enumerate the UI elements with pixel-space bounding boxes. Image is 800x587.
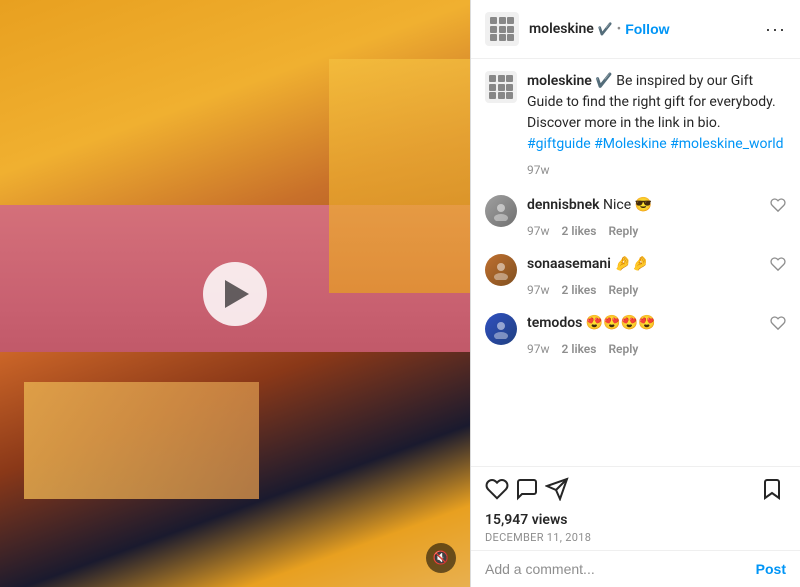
post-author-username[interactable]: moleskine [527,73,592,89]
comment-text: Nice 😎 [603,197,652,213]
comment-meta: 97w 2 likes Reply [527,222,762,240]
header-avatar[interactable] [485,12,519,46]
video-layer-4 [329,59,470,294]
comment-avatar-dennis[interactable] [485,195,517,227]
comment-time: 97w [527,340,550,358]
heart-icon [770,256,786,272]
comment-text: 🤌🤌 [614,256,649,272]
comment-icon [515,477,539,501]
post-date: December 11, 2018 [485,531,786,544]
bookmark-icon [760,477,784,501]
views-count: 15,947 views [485,512,786,528]
like-icon [485,477,509,501]
comment-body-sona: sonaasemani 🤌🤌 97w 2 likes Reply [527,254,762,299]
commenter-username[interactable]: temodos [527,315,582,331]
comment-body-temodos: temodos 😍😍😍😍 97w 2 likes Reply [527,313,762,358]
comment-likes[interactable]: 2 likes [562,340,597,358]
more-button[interactable]: ··· [755,19,786,40]
post-header: moleskine ✔️ • Follow ··· [471,0,800,59]
commenter-username[interactable]: sonaasemani [527,256,611,272]
share-icon [545,477,569,501]
comment-likes[interactable]: 2 likes [562,281,597,299]
share-button[interactable] [545,475,575,506]
comment-like-button[interactable] [770,315,786,334]
comment-meta: 97w 2 likes Reply [527,281,762,299]
verified-icon: ✔️ [598,22,613,36]
comment-avatar-temodos[interactable] [485,313,517,345]
main-caption-meta: 97w [527,161,786,179]
moleskine-grid-icon [490,17,514,41]
dot-separator: • [617,22,621,37]
post-author-grid-icon [489,75,513,99]
comment-body-dennis: dennisbnek Nice 😎 97w 2 likes Reply [527,195,762,240]
action-bar: 15,947 views December 11, 2018 [471,466,800,550]
comment-row: dennisbnek Nice 😎 97w 2 likes Reply [485,195,786,240]
comment-text: 😍😍😍😍 [586,315,656,331]
comment-like-button[interactable] [770,256,786,275]
comment-likes[interactable]: 2 likes [562,222,597,240]
reply-button[interactable]: Reply [608,222,638,240]
commenter-username[interactable]: dennisbnek [527,197,600,213]
main-caption: moleskine ✔️ Be inspired by our Gift Gui… [485,71,786,179]
comment-row: temodos 😍😍😍😍 97w 2 likes Reply [485,313,786,358]
more-icon: ··· [765,19,786,39]
info-panel: moleskine ✔️ • Follow ··· moleskine ✔️ B… [470,0,800,587]
action-icons-row [485,475,786,506]
like-button[interactable] [485,475,515,506]
mute-button[interactable]: 🔇 [426,543,456,573]
main-caption-content: moleskine ✔️ Be inspired by our Gift Gui… [527,71,786,179]
comment-time: 97w [527,281,550,299]
heart-icon [770,315,786,331]
comment-avatar-sona[interactable] [485,254,517,286]
post-comment-button[interactable]: Post [756,561,786,577]
comment-meta: 97w 2 likes Reply [527,340,762,358]
avatar-person-icon [491,260,511,280]
comment-button[interactable] [515,475,545,506]
reply-button[interactable]: Reply [608,340,638,358]
verified-small-icon: ✔️ [595,73,612,89]
heart-icon [770,197,786,213]
avatar-person-icon [491,201,511,221]
video-panel: 🔇 [0,0,470,587]
header-username[interactable]: moleskine [529,21,594,37]
reply-button[interactable]: Reply [608,281,638,299]
comment-like-button[interactable] [770,197,786,216]
bookmark-button[interactable] [758,475,786,506]
add-comment-area: Post [471,550,800,587]
mute-icon: 🔇 [433,552,449,565]
follow-button[interactable]: Follow [625,21,669,37]
video-layer-5 [24,382,259,499]
comment-row: sonaasemani 🤌🤌 97w 2 likes Reply [485,254,786,299]
main-caption-time: 97w [527,161,550,179]
comment-input[interactable] [485,561,756,577]
hashtags[interactable]: #giftguide #Moleskine #moleskine_world [527,136,784,152]
comment-time: 97w [527,222,550,240]
play-icon [225,280,249,308]
play-button[interactable] [203,262,267,326]
avatar-person-icon [491,319,511,339]
post-author-avatar[interactable] [485,71,517,103]
comments-area[interactable]: moleskine ✔️ Be inspired by our Gift Gui… [471,59,800,466]
header-username-row: moleskine ✔️ • Follow [529,21,755,37]
